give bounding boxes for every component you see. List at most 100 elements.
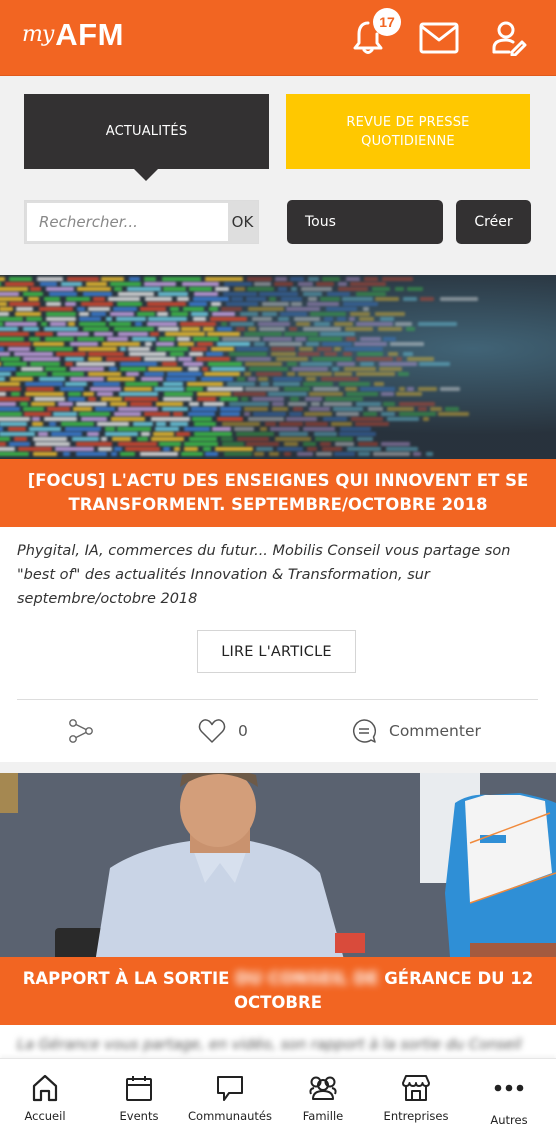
profile-edit-icon: [492, 21, 527, 56]
code-token: [285, 307, 321, 311]
code-token: [307, 277, 319, 281]
code-token: [150, 417, 190, 421]
code-token: [325, 307, 358, 311]
code-token: [118, 332, 149, 336]
code-token: [244, 387, 280, 391]
code-token: [324, 352, 337, 356]
code-token: [172, 412, 184, 416]
profile-button[interactable]: [489, 18, 529, 58]
code-token: [97, 422, 129, 426]
nav-events[interactable]: Events: [94, 1073, 184, 1123]
code-token: [22, 357, 60, 361]
post-title[interactable]: RAPPORT À LA SORTIE DU CONSEIL DE GÉRANC…: [0, 957, 556, 1025]
post-image-man-at-desk[interactable]: [0, 773, 556, 957]
code-token: [0, 387, 21, 391]
code-token: [333, 322, 353, 326]
code-token: [181, 282, 220, 286]
code-token: [438, 412, 469, 416]
code-token: [219, 407, 241, 411]
code-token: [76, 402, 107, 406]
code-token: [362, 412, 377, 416]
code-token: [157, 312, 169, 316]
code-token: [0, 427, 4, 431]
code-token: [439, 297, 479, 301]
code-token: [192, 337, 219, 341]
code-token: [155, 422, 167, 426]
category-filter-select[interactable]: Tous: [287, 200, 443, 244]
share-icon: [69, 719, 93, 743]
code-token: [162, 382, 183, 386]
code-token: [45, 302, 62, 306]
app-logo[interactable]: my AFM: [22, 19, 124, 50]
tab-actualites[interactable]: ACTUALITÉS: [24, 94, 269, 181]
code-token: [290, 302, 302, 306]
code-token: [82, 327, 110, 331]
create-button[interactable]: Créer: [456, 200, 531, 244]
code-token: [43, 417, 77, 421]
code-token: [102, 342, 141, 346]
code-token: [243, 412, 251, 416]
code-token: [148, 317, 187, 321]
code-token: [77, 287, 112, 291]
code-token: [192, 317, 207, 321]
code-token: [33, 437, 68, 441]
comment-button[interactable]: Commenter: [351, 715, 481, 747]
code-token: [113, 307, 137, 311]
code-token: [338, 287, 369, 291]
nav-communautes[interactable]: Communautés: [185, 1073, 275, 1123]
nav-accueil[interactable]: Accueil: [0, 1073, 90, 1123]
code-token: [187, 382, 224, 386]
code-token: [65, 382, 88, 386]
code-token: [357, 442, 379, 446]
code-token: [295, 322, 310, 326]
nav-famille[interactable]: Famille: [278, 1073, 368, 1123]
code-token: [406, 357, 435, 361]
code-token: [66, 277, 100, 281]
code-token: [380, 442, 410, 446]
code-token: [267, 392, 307, 396]
post-title[interactable]: [FOCUS] L'ACTU DES ENSEIGNES QUI INNOVEN…: [0, 459, 556, 527]
code-token: [349, 312, 371, 316]
tab-revue-de-presse[interactable]: REVUE DE PRESSE QUOTIDIENNE: [286, 94, 530, 169]
like-button[interactable]: 0: [198, 715, 248, 747]
code-token: [422, 417, 429, 421]
search-input[interactable]: [27, 203, 228, 241]
code-token: [0, 302, 7, 306]
share-button[interactable]: [68, 715, 94, 747]
code-token: [157, 327, 179, 331]
code-token: [211, 347, 234, 351]
code-token: [0, 432, 35, 436]
nav-entreprises[interactable]: Entreprises: [371, 1073, 461, 1123]
app-header: my AFM 17: [0, 0, 556, 76]
code-token: [245, 442, 279, 446]
code-token: [162, 362, 177, 366]
code-token: [270, 347, 296, 351]
post-image-code-screen[interactable]: [0, 275, 556, 459]
code-token: [277, 447, 303, 451]
code-token: [314, 322, 331, 326]
code-token: [163, 287, 187, 291]
code-token: [202, 327, 215, 331]
code-token: [118, 442, 157, 446]
code-token: [445, 407, 459, 411]
code-token: [0, 357, 21, 361]
read-article-button[interactable]: LIRE L'ARTICLE: [197, 630, 356, 673]
code-token: [0, 402, 17, 406]
code-token: [162, 397, 192, 401]
code-token: [61, 422, 94, 426]
search-submit-button[interactable]: OK: [227, 201, 258, 243]
code-token: [284, 332, 318, 336]
code-token: [207, 362, 243, 366]
code-token: [272, 402, 284, 406]
tab-revue-label: REVUE DE PRESSE QUOTIDIENNE: [346, 114, 470, 149]
code-token: [259, 292, 299, 296]
code-token: [179, 322, 216, 326]
code-token: [298, 282, 314, 286]
messages-button[interactable]: [419, 18, 459, 58]
code-token: [381, 277, 414, 281]
code-token: [241, 397, 248, 401]
nav-autres[interactable]: Autres: [464, 1073, 554, 1127]
code-token: [68, 322, 76, 326]
code-token: [184, 442, 219, 446]
code-token: [217, 417, 243, 421]
